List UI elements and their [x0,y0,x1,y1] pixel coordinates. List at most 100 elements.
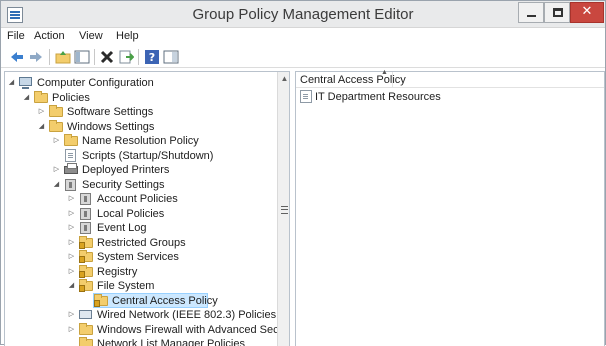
policy-document-icon [300,90,312,103]
locked-folder-icon [94,293,108,307]
tree-node[interactable]: ◢ File System [67,279,275,293]
tree-node[interactable]: ▷ Deployed Printers [52,163,275,177]
scroll-thumb-grip[interactable] [281,206,288,214]
tree-node[interactable]: ▷ Account Policies [67,192,275,206]
tree-node[interactable]: ▷ Windows Firewall with Advanced Securit [67,322,289,337]
tree-node-label: Deployed Printers [82,164,170,176]
expand-arrow-icon[interactable]: ▷ [67,325,76,335]
lock-icon [79,241,85,249]
folder-icon [64,134,78,147]
tree-node[interactable]: ▷ Restricted Groups [67,235,275,250]
tree-node-label: Windows Firewall with Advanced Securit [97,323,290,336]
title-bar[interactable]: Group Policy Management Editor ✕ [1,1,605,28]
toolbar: ? [1,46,605,68]
export-list-icon[interactable] [118,49,134,65]
lock-icon [94,299,100,307]
tree-node[interactable]: ▷ Event Log [67,221,275,235]
tree-node-label: System Services [97,251,179,263]
tree-node-label: Scripts (Startup/Shutdown) [82,149,214,162]
printer-icon [64,163,78,176]
toolbar-separator [138,49,139,65]
folder-icon [49,119,63,133]
expand-arrow-icon[interactable]: ▷ [67,310,76,320]
tree-node[interactable]: ◢ Security Settings [52,178,275,192]
help-icon[interactable]: ? [144,49,160,65]
maximize-icon [553,8,563,17]
tree-node-label: File System [97,280,155,292]
expand-arrow-icon[interactable]: ▷ [67,209,76,219]
console-tree[interactable]: ◢ Computer Configuration ◢ Policies ▷ Softwar… [4,71,290,346]
minimize-icon [527,15,536,17]
security-policy-icon [79,221,93,234]
close-button[interactable]: ✕ [570,2,604,23]
tree-node[interactable]: Central Access Policy [82,292,275,308]
expand-arrow-icon[interactable]: ▷ [67,252,76,262]
menu-help[interactable]: Help [116,30,139,42]
tree-node[interactable]: ◢ Computer Configuration [7,76,275,90]
tree-node[interactable]: ▷ Wired Network (IEEE 802.3) Policies [67,308,277,322]
tree-node-label: Windows Settings [67,120,155,133]
properties-view-icon[interactable] [163,49,179,65]
app-icon[interactable] [7,7,23,23]
locked-folder-icon [79,250,93,263]
collapse-arrow-icon[interactable]: ◢ [67,281,76,291]
tree-node-label: Policies [52,91,90,104]
expand-arrow-icon[interactable]: ▷ [67,194,76,204]
tree-node[interactable]: ▷ Local Policies [67,207,275,221]
locked-folder-icon [79,279,93,292]
minimize-button[interactable] [518,2,544,23]
script-document-icon [64,148,78,162]
tree-node[interactable]: Scripts (Startup/Shutdown) [52,148,275,163]
show-hide-tree-icon[interactable] [74,49,90,65]
menu-bar: File Action View Help [1,28,605,46]
tree-node-label: Central Access Policy [112,294,218,307]
tree-node[interactable]: ▷ Name Resolution Policy [52,134,275,148]
column-header-name: Central Access Policy [300,74,406,86]
up-folder-icon[interactable] [55,49,71,65]
details-pane: Central Access Policy ▲ IT Department Re… [295,69,605,346]
folder-icon [49,105,63,118]
column-divider[interactable] [392,72,393,87]
toolbar-separator [94,49,95,65]
menu-action[interactable]: Action [34,30,65,42]
tree-node-label: Software Settings [67,106,154,118]
network-icon [79,308,93,321]
lock-icon [79,270,85,278]
close-icon: ✕ [581,4,593,19]
tree-node[interactable]: ◢ Policies [22,90,275,105]
tree-node[interactable]: ◢ Windows Settings [37,119,275,134]
expand-arrow-icon[interactable]: ▷ [52,165,61,175]
tree-node-label: Account Policies [97,193,178,205]
tree-node-label: Security Settings [82,178,165,191]
collapse-arrow-icon[interactable]: ◢ [7,78,16,88]
tree-node[interactable]: ▷ Software Settings [37,105,275,119]
tree-node[interactable]: ▷ System Services [67,250,275,264]
menu-file[interactable]: File [7,30,25,42]
folder-icon [34,90,48,104]
expand-arrow-icon[interactable]: ▷ [37,107,46,117]
tree-node[interactable]: ▷ Registry [67,264,275,279]
expand-arrow-icon[interactable]: ▷ [67,267,76,277]
scroll-up-arrow-icon[interactable]: ▲ [278,72,289,86]
menu-view[interactable]: View [79,30,103,42]
collapse-arrow-icon[interactable]: ◢ [52,180,61,190]
expand-arrow-icon[interactable]: ▷ [67,238,76,248]
tree-scrollbar[interactable]: ▲ [277,72,289,346]
svg-text:?: ? [149,51,155,64]
delete-x-icon[interactable] [99,49,115,65]
expand-arrow-icon[interactable]: ▷ [52,136,61,146]
lock-icon [79,256,85,263]
column-header[interactable]: Central Access Policy ▲ [296,69,604,88]
toolbar-separator [49,49,50,65]
tree-node-label: Name Resolution Policy [82,135,199,147]
forward-arrow-icon[interactable] [28,49,44,65]
tree-node-label: Wired Network (IEEE 802.3) Policies [97,309,277,321]
expand-arrow-icon[interactable]: ▷ [67,223,76,233]
maximize-button[interactable] [544,2,570,23]
collapse-arrow-icon[interactable]: ◢ [22,93,31,103]
tree-node-label: Computer Configuration [37,77,154,89]
collapse-arrow-icon[interactable]: ◢ [37,122,46,132]
sort-arrow-icon: ▲ [381,69,388,76]
back-arrow-icon[interactable] [9,49,25,65]
